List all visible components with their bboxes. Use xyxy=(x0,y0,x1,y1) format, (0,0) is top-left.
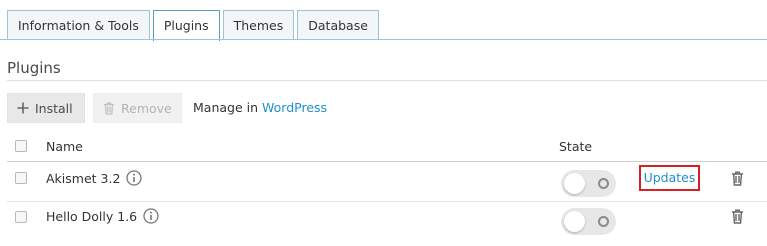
table-row-akismet: Akismet 3.2 xyxy=(46,170,143,186)
column-header-state: State xyxy=(559,139,593,154)
table-header-divider xyxy=(7,161,767,162)
tab-bar: Information & Tools Plugins Themes Datab… xyxy=(7,10,382,41)
toggle-off-icon xyxy=(598,216,609,227)
row-divider xyxy=(7,201,767,202)
install-button[interactable]: Install xyxy=(7,93,85,123)
tab-database[interactable]: Database xyxy=(297,10,379,40)
wordpress-link[interactable]: WordPress xyxy=(262,100,327,115)
section-divider xyxy=(7,80,767,81)
manage-prefix: Manage in xyxy=(193,100,259,115)
plugin-name[interactable]: Hello Dolly 1.6 xyxy=(46,209,137,224)
manage-in-text: Manage in WordPress xyxy=(193,100,327,115)
toggle-knob xyxy=(564,211,585,232)
info-icon[interactable] xyxy=(143,208,159,224)
toggle-off-icon xyxy=(598,178,609,189)
table-row-hello-dolly: Hello Dolly 1.6 xyxy=(46,208,159,224)
remove-button[interactable]: Remove xyxy=(93,93,182,123)
row-checkbox-akismet[interactable] xyxy=(15,172,27,184)
tab-plugins[interactable]: Plugins xyxy=(152,10,220,41)
section-title: Plugins xyxy=(7,59,61,77)
info-icon[interactable] xyxy=(126,170,143,186)
tab-divider xyxy=(0,39,767,40)
state-toggle-akismet[interactable] xyxy=(561,170,616,197)
state-toggle-hello-dolly[interactable] xyxy=(561,208,616,235)
row-checkbox-hello-dolly[interactable] xyxy=(15,211,27,223)
plugin-name[interactable]: Akismet 3.2 xyxy=(46,171,120,186)
column-header-name[interactable]: Name xyxy=(46,139,83,154)
updates-link[interactable]: Updates xyxy=(639,165,700,191)
tab-information-tools[interactable]: Information & Tools xyxy=(7,10,150,40)
plus-icon xyxy=(17,102,29,114)
remove-button-label: Remove xyxy=(121,100,172,116)
toggle-knob xyxy=(564,173,585,194)
select-all-checkbox[interactable] xyxy=(15,140,27,152)
tab-themes[interactable]: Themes xyxy=(222,10,295,40)
trash-icon xyxy=(103,101,115,115)
trash-icon[interactable] xyxy=(731,171,744,189)
trash-icon[interactable] xyxy=(731,209,744,227)
install-button-label: Install xyxy=(35,100,73,116)
